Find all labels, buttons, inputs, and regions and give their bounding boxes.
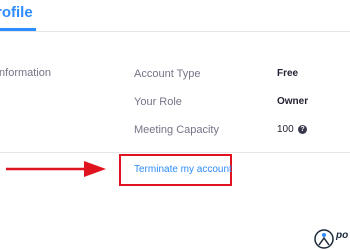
role-label: Your Role <box>134 96 182 108</box>
account-type-value: Free <box>277 68 299 79</box>
annotation-arrow-icon <box>6 161 106 177</box>
meeting-capacity-label: Meeting Capacity <box>134 124 219 136</box>
section-label-information: Information <box>0 67 52 79</box>
help-icon[interactable]: ? <box>298 125 307 134</box>
terminate-account-link[interactable]: Terminate my account <box>134 164 232 175</box>
account-type-label: Account Type <box>134 68 201 80</box>
tab-divider <box>0 31 350 32</box>
watermark-logo-icon <box>314 229 334 249</box>
section-divider <box>0 152 350 153</box>
watermark-text: po <box>336 230 349 241</box>
role-value: Owner <box>277 96 309 107</box>
tab-profile-label: Profile <box>0 4 33 21</box>
meeting-capacity-value: 100 <box>277 124 294 135</box>
